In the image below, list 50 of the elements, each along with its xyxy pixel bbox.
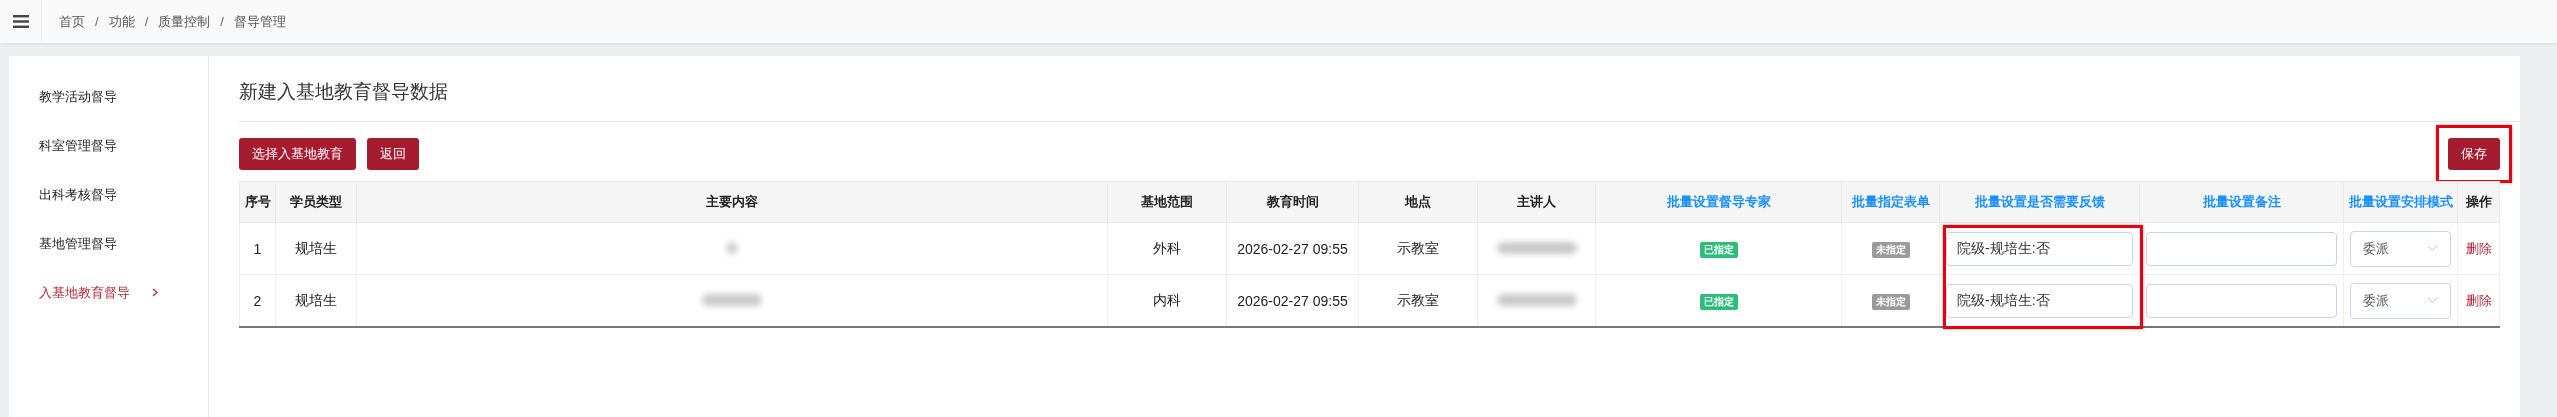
table-cell: 外科	[1153, 239, 1181, 256]
column-header: 主讲人	[1477, 181, 1596, 223]
chevron-down-icon	[2427, 297, 2438, 304]
table-cell: 示教室	[1397, 291, 1439, 308]
breadcrumb-separator: /	[144, 14, 149, 29]
input-field[interactable]: 院级-规培生:否	[1946, 283, 2133, 318]
table-cell: 规培生	[295, 291, 337, 308]
delete-link[interactable]: 删除	[2465, 292, 2492, 308]
breadcrumb-link[interactable]: 功能	[108, 12, 135, 31]
breadcrumb-link[interactable]: 首页	[59, 12, 85, 31]
column-header: 操作	[2457, 181, 2500, 223]
mode-select[interactable]: 委派	[2350, 230, 2451, 267]
column-header: 序号	[239, 181, 276, 223]
breadcrumb-separator: /	[95, 14, 99, 29]
delete-link[interactable]: 删除	[2465, 240, 2492, 256]
breadcrumb-link[interactable]: 质量控制	[158, 12, 211, 31]
action-button[interactable]: 选择入基地教育	[239, 138, 356, 170]
page-title: 新建入基地教育督导数据	[239, 56, 2520, 122]
input-field[interactable]	[2146, 283, 2337, 318]
action-button[interactable]: 返回	[367, 138, 419, 170]
table-cell: 示教室	[1397, 239, 1439, 256]
status-tag: 未指定	[1871, 241, 1910, 258]
column-header: 主要内容	[356, 181, 1108, 223]
status-tag: 已指定	[1699, 241, 1738, 258]
table-cell: 规培生	[295, 239, 337, 256]
sidebar-item[interactable]: 入基地教育督导	[9, 268, 208, 317]
sidebar-item[interactable]: 科室管理督导	[9, 121, 208, 170]
input-field[interactable]: 院级-规培生:否	[1946, 231, 2133, 266]
status-tag: 未指定	[1871, 293, 1910, 310]
table-cell: 2026-02-27 09:55	[1237, 292, 1348, 309]
chevron-down-icon	[2427, 245, 2438, 252]
sidebar-item[interactable]: 基地管理督导	[9, 219, 208, 268]
table-cell: 1	[253, 240, 262, 257]
column-header: 教育时间	[1226, 181, 1359, 223]
mode-select[interactable]: 委派	[2350, 282, 2451, 319]
chevron-right-icon	[152, 288, 158, 297]
sidebar-item[interactable]: 教学活动督导	[9, 72, 208, 121]
input-field[interactable]	[2146, 231, 2337, 266]
save-button[interactable]: 保存	[2448, 138, 2500, 170]
column-header: 基地范围	[1107, 181, 1227, 223]
column-header: 地点	[1358, 181, 1478, 223]
column-header: 学员类型	[275, 181, 357, 223]
table-cell: 内科	[1153, 291, 1181, 308]
table-cell: 2	[253, 292, 262, 309]
sidebar-item[interactable]: 出科考核督导	[9, 170, 208, 219]
breadcrumb-separator: /	[220, 14, 224, 29]
table-cell: 2026-02-27 09:55	[1237, 240, 1348, 257]
breadcrumb-link[interactable]: 督导管理	[233, 12, 286, 31]
menu-icon[interactable]	[12, 15, 29, 28]
status-tag: 已指定	[1699, 293, 1738, 310]
